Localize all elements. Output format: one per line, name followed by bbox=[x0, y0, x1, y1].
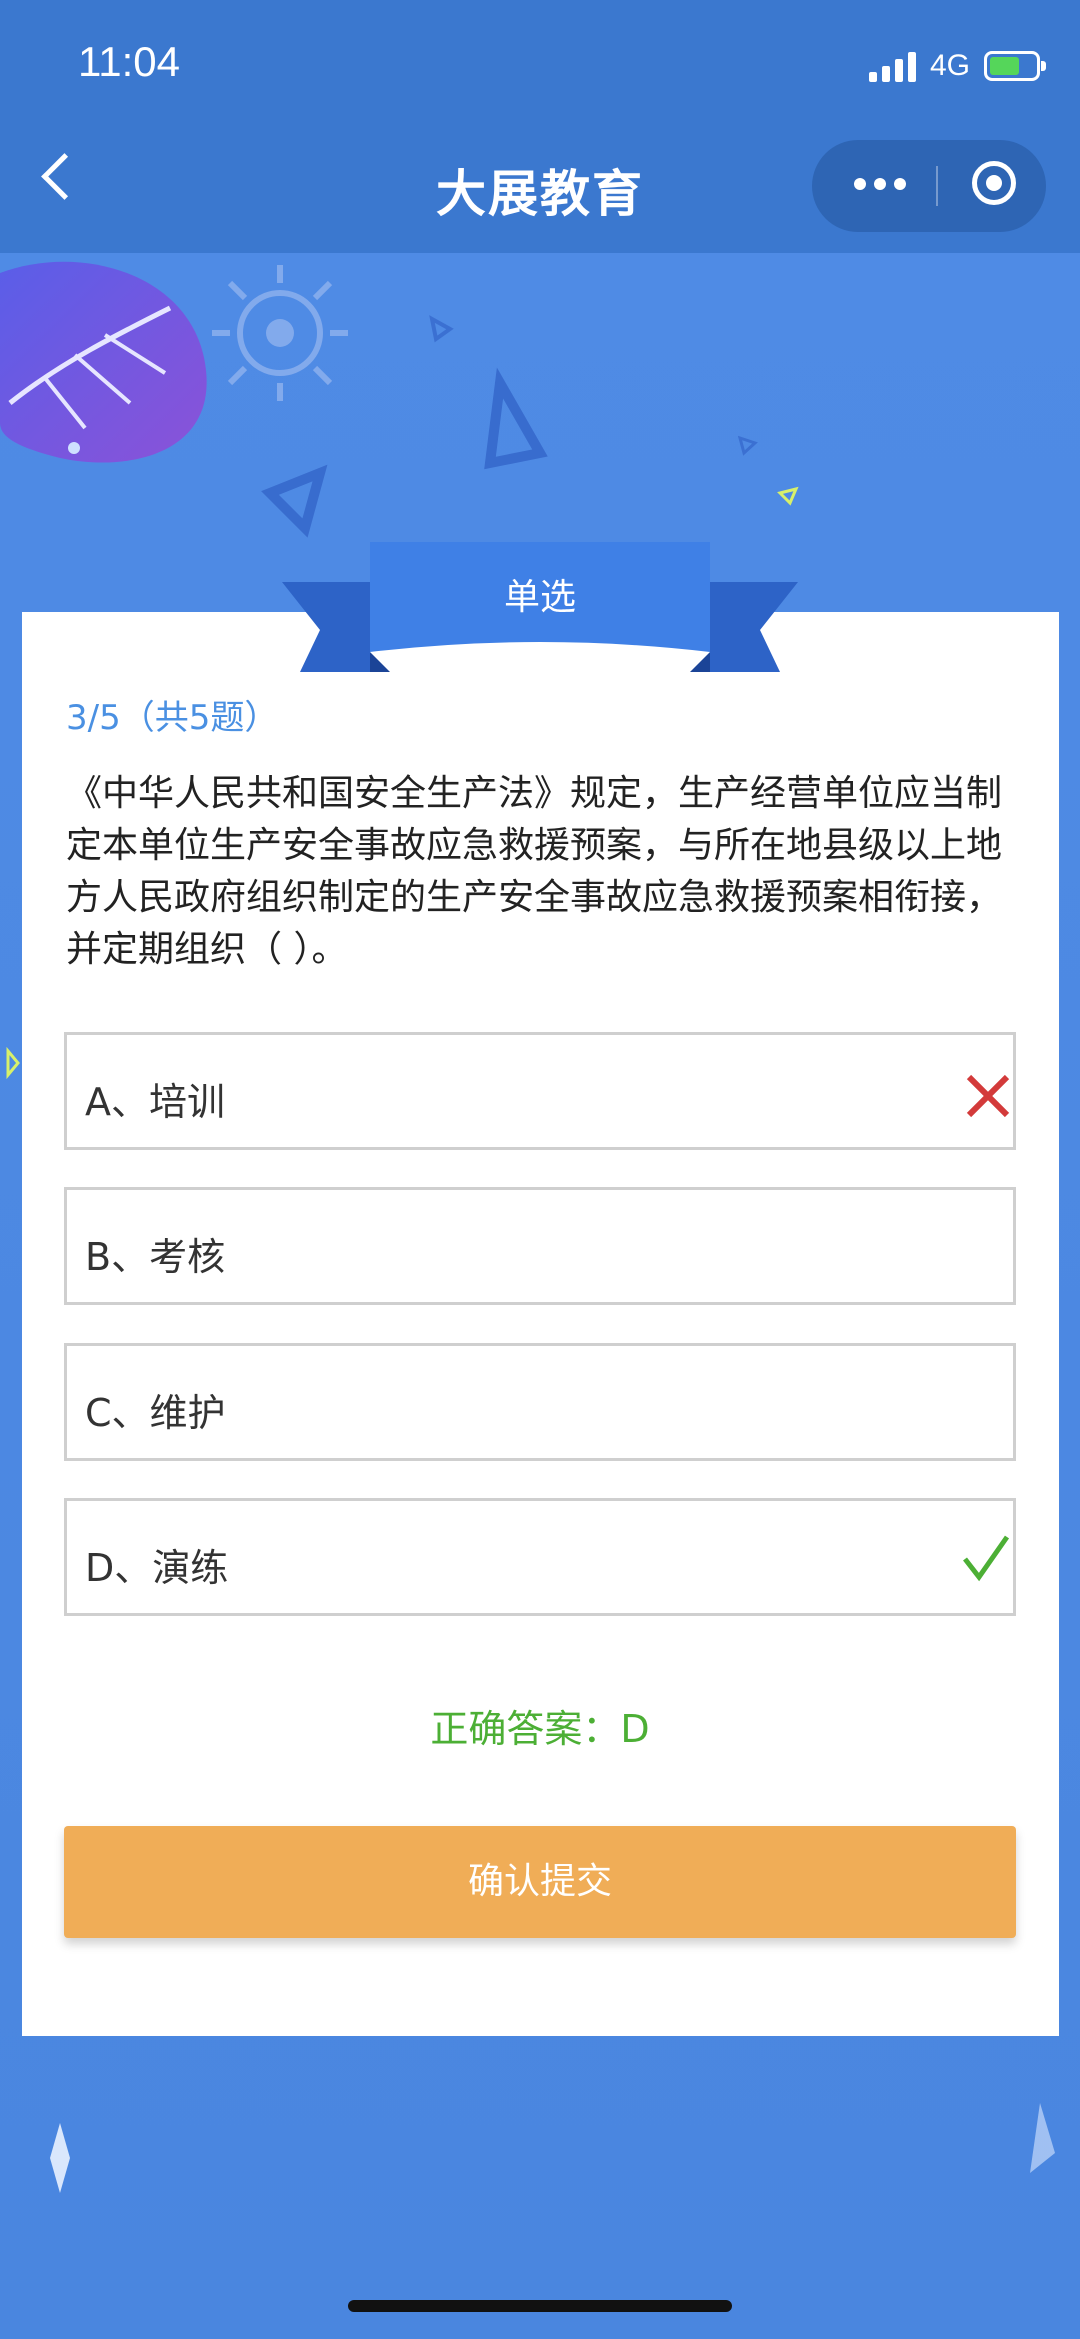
option-d[interactable]: D、演练 bbox=[64, 1498, 1016, 1616]
correct-answer-text: 正确答案：D bbox=[430, 1707, 650, 1751]
question-progress: 3/5（共5题） bbox=[66, 698, 279, 738]
option-label: B、考核 bbox=[85, 1235, 226, 1279]
wrong-icon bbox=[966, 1074, 1010, 1118]
home-indicator bbox=[348, 2300, 732, 2312]
correct-icon bbox=[963, 1535, 1010, 1582]
signal-icon bbox=[868, 50, 916, 82]
question-type-label: 单选 bbox=[503, 577, 576, 618]
ribbon-banner bbox=[282, 542, 798, 672]
mini-program-capsule bbox=[812, 140, 1046, 232]
option-b[interactable]: B、考核 bbox=[64, 1187, 1016, 1305]
capsule-divider bbox=[936, 166, 938, 206]
option-label: A、培训 bbox=[85, 1080, 225, 1124]
option-c[interactable]: C、维护 bbox=[64, 1343, 1016, 1461]
option-label: C、维护 bbox=[85, 1391, 226, 1435]
question-text: 《中华人民共和国安全生产法》规定，生产经营单位应当制定本单位生产安全事故应急救援… bbox=[66, 773, 1003, 970]
network-label: 4G bbox=[929, 49, 970, 82]
status-indicators: 4G bbox=[868, 46, 1046, 86]
top-bar: 11:04 4G 大展教育 bbox=[0, 0, 1080, 253]
status-time: 11:04 bbox=[78, 38, 180, 85]
more-icon[interactable] bbox=[854, 178, 906, 190]
option-label: D、演练 bbox=[85, 1546, 229, 1590]
option-a[interactable]: A、培训 bbox=[64, 1032, 1016, 1150]
submit-button[interactable]: 确认提交 bbox=[64, 1826, 1016, 1938]
target-icon[interactable] bbox=[972, 161, 1016, 205]
battery-icon bbox=[984, 51, 1046, 81]
